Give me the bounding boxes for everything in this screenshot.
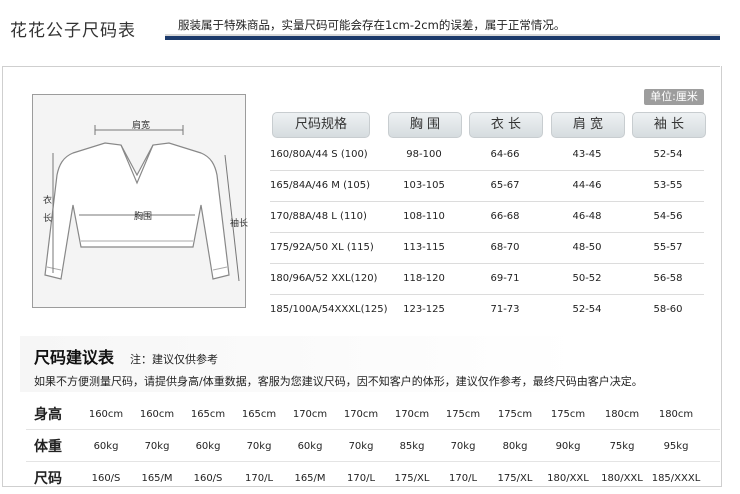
height-value: 180cm — [604, 409, 640, 420]
chest-value: 108-110 — [403, 211, 445, 222]
chest-value: 118-120 — [403, 273, 445, 284]
size-value: 170/L — [346, 473, 376, 484]
sleeve-value: 53-55 — [653, 180, 683, 191]
chest-value: 113-115 — [403, 242, 445, 253]
unit-badge: 单位:厘米 — [644, 89, 704, 105]
size-value: 180/XXL — [547, 473, 589, 484]
sleeve-value: 55-57 — [653, 242, 683, 253]
chest-value: 123-125 — [403, 304, 445, 315]
size-value: 180/XXL — [601, 473, 643, 484]
weight-value: 70kg — [348, 441, 374, 452]
header-size-spec: 尺码规格 — [272, 112, 370, 138]
size-value: 160/S — [193, 473, 223, 484]
size-spec: 185/100A/54XXXL(125) — [270, 304, 388, 315]
header-rule — [165, 36, 720, 40]
size-spec: 165/84A/46 M (105) — [270, 180, 370, 191]
chest-label: 胸围 — [134, 212, 153, 222]
suggestion-description: 如果不方便测量尺码，请提供身高/体重数据，客服为您建议尺码，因不知客户的体形，建… — [34, 375, 643, 388]
weight-row-label: 体重 — [34, 439, 62, 455]
row-divider — [26, 429, 720, 430]
header-sleeve: 袖 长 — [632, 112, 706, 138]
size-value: 170/L — [448, 473, 478, 484]
length-value: 66-68 — [490, 211, 520, 222]
weight-value: 95kg — [663, 441, 689, 452]
sleeve-value: 52-54 — [653, 149, 683, 160]
size-row-label: 尺码 — [34, 471, 62, 487]
height-value: 180cm — [658, 409, 694, 420]
length-value: 64-66 — [490, 149, 520, 160]
sleeve-value: 54-56 — [653, 211, 683, 222]
measurement-notice: 服装属于特殊商品，实量尺码可能会存在1cm-2cm的误差，属于正常情况。 — [178, 18, 566, 32]
size-value: 175/XL — [497, 473, 533, 484]
shoulder-value: 46-48 — [572, 211, 602, 222]
size-value: 170/L — [244, 473, 274, 484]
height-value: 175cm — [550, 409, 586, 420]
shoulder-value: 43-45 — [572, 149, 602, 160]
length-value: 69-71 — [490, 273, 520, 284]
size-spec: 160/80A/44 S (100) — [270, 149, 368, 160]
size-value: 175/XL — [394, 473, 430, 484]
weight-value: 85kg — [399, 441, 425, 452]
length-value: 71-73 — [490, 304, 520, 315]
height-value: 175cm — [445, 409, 481, 420]
sleeve-label: 袖长 — [230, 219, 249, 229]
shoulder-value: 48-50 — [572, 242, 602, 253]
height-value: 170cm — [394, 409, 430, 420]
weight-value: 60kg — [93, 441, 119, 452]
shoulder-label: 肩宽 — [132, 121, 151, 131]
size-value: 185/XXXL — [651, 473, 701, 484]
table-row: 160/80A/44 S (100) 98-100 64-66 43-45 52… — [270, 139, 704, 171]
height-value: 170cm — [292, 409, 328, 420]
height-value: 165cm — [241, 409, 277, 420]
size-value: 160/S — [91, 473, 121, 484]
weight-value: 75kg — [609, 441, 635, 452]
brand-title: 花花公子尺码表 — [10, 21, 136, 41]
shoulder-value: 50-52 — [572, 273, 602, 284]
weight-value: 70kg — [450, 441, 476, 452]
height-value: 160cm — [139, 409, 175, 420]
weight-value: 70kg — [246, 441, 272, 452]
table-row: 185/100A/54XXXL(125) 123-125 71-73 52-54… — [270, 294, 704, 325]
table-row: 170/88A/48 L (110) 108-110 66-68 46-48 5… — [270, 201, 704, 233]
table-row: 165/84A/46 M (105) 103-105 65-67 44-46 5… — [270, 170, 704, 202]
length-label: 衣长 — [43, 196, 53, 224]
length-value: 65-67 — [490, 180, 520, 191]
size-spec: 180/96A/52 XXL(120) — [270, 273, 378, 284]
height-value: 165cm — [190, 409, 226, 420]
header-length: 衣 长 — [469, 112, 543, 138]
header-shoulder: 肩 宽 — [551, 112, 625, 138]
weight-value: 70kg — [144, 441, 170, 452]
chest-value: 98-100 — [406, 149, 442, 160]
weight-value: 60kg — [297, 441, 323, 452]
length-value: 68-70 — [490, 242, 520, 253]
size-spec: 170/88A/48 L (110) — [270, 211, 367, 222]
size-value: 165/M — [141, 473, 173, 484]
weight-value: 80kg — [502, 441, 528, 452]
height-value: 175cm — [497, 409, 533, 420]
height-value: 170cm — [343, 409, 379, 420]
table-row: 180/96A/52 XXL(120) 118-120 69-71 50-52 … — [270, 263, 704, 295]
weight-value: 90kg — [555, 441, 581, 452]
height-row-label: 身高 — [34, 407, 62, 423]
sleeve-value: 58-60 — [653, 304, 683, 315]
chest-value: 103-105 — [403, 180, 445, 191]
shoulder-value: 44-46 — [572, 180, 602, 191]
sleeve-value: 56-58 — [653, 273, 683, 284]
row-divider — [26, 461, 720, 462]
table-row: 175/92A/50 XL (115) 113-115 68-70 48-50 … — [270, 232, 704, 264]
size-spec: 175/92A/50 XL (115) — [270, 242, 374, 253]
size-value: 165/M — [294, 473, 326, 484]
shoulder-value: 52-54 — [572, 304, 602, 315]
suggestion-title: 尺码建议表 — [34, 348, 115, 367]
header-chest: 胸 围 — [388, 112, 462, 138]
weight-value: 60kg — [195, 441, 221, 452]
suggestion-subtitle: 注：建议仅供参考 — [130, 353, 218, 366]
height-value: 160cm — [88, 409, 124, 420]
